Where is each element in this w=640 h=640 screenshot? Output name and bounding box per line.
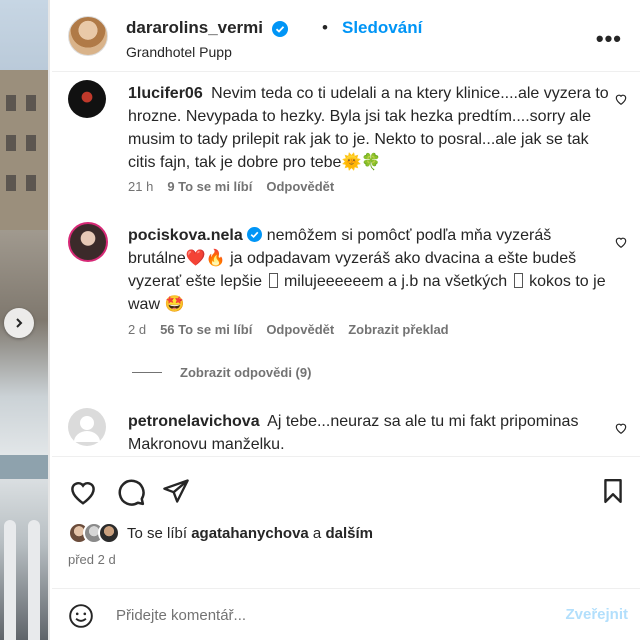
comment-meta: 21 h 9 To se mi líbí Odpovědět	[128, 179, 334, 194]
share-icon[interactable]	[162, 477, 190, 505]
like-comment-icon[interactable]	[614, 235, 628, 249]
likes-others[interactable]: dalším	[325, 525, 373, 542]
translate-button[interactable]: Zobrazit překlad	[348, 322, 448, 337]
replies-divider	[132, 372, 162, 373]
likes-conjunction: a	[312, 524, 322, 542]
following-button[interactable]: Sledování	[342, 18, 422, 38]
comment-likes[interactable]: 56 To se mi líbí	[160, 322, 252, 337]
liker-username[interactable]: agatahanychova	[191, 525, 309, 542]
balcony-rail	[0, 455, 50, 479]
post-comment-button[interactable]: Zveřejnit	[565, 606, 628, 623]
comment-avatar[interactable]	[68, 408, 106, 446]
post-author[interactable]: dararolins_vermi	[126, 18, 288, 38]
post-actions	[52, 456, 640, 526]
verified-badge-icon	[271, 20, 288, 37]
post-author-username[interactable]: dararolins_vermi	[126, 18, 263, 37]
location-label[interactable]: Grandhotel Pupp	[126, 44, 232, 60]
liker-avatar	[98, 522, 120, 544]
verified-badge-icon	[246, 227, 262, 242]
comment-likes[interactable]: 9 To se mi líbí	[167, 179, 252, 194]
like-icon[interactable]	[68, 477, 98, 507]
post-date[interactable]: před 2 d	[68, 552, 116, 567]
comment-avatar[interactable]	[68, 222, 108, 262]
avatar[interactable]	[68, 16, 108, 56]
separator-dot: •	[322, 18, 328, 37]
likes-text: To se líbí agatahanychova a dalším	[127, 525, 373, 542]
missing-glyph	[268, 273, 278, 288]
reply-button[interactable]: Odpovědět	[266, 322, 334, 337]
missing-glyph	[513, 273, 523, 288]
more-options-icon[interactable]: •••	[596, 26, 622, 52]
emoji-icon[interactable]	[68, 603, 94, 629]
comment-username[interactable]: 1lucifer06	[128, 85, 203, 102]
comment-meta: 2 d 56 To se mi líbí Odpovědět Zobrazit …	[128, 322, 449, 337]
comment-username[interactable]: pociskova.nela	[128, 227, 243, 244]
comment-input[interactable]	[116, 603, 536, 627]
like-comment-icon[interactable]	[614, 421, 628, 435]
comment-time[interactable]: 21 h	[128, 179, 153, 194]
comment-time[interactable]: 2 d	[128, 322, 146, 337]
reply-button[interactable]: Odpovědět	[266, 179, 334, 194]
carousel-next-button[interactable]	[4, 308, 34, 338]
default-avatar-icon	[74, 416, 100, 442]
comment-username[interactable]: petronelavichova	[128, 413, 260, 430]
post-header: dararolins_vermi • Sledování Grandhotel …	[52, 0, 640, 72]
comment-icon[interactable]	[116, 477, 146, 507]
view-replies-label: Zobrazit odpovědi (9)	[180, 365, 312, 380]
bookmark-icon[interactable]	[600, 477, 626, 505]
likes-summary[interactable]: To se líbí agatahanychova a dalším	[68, 522, 373, 544]
comment-composer: Zveřejnit	[52, 588, 640, 640]
like-comment-icon[interactable]	[614, 92, 628, 106]
chevron-right-icon	[16, 318, 23, 328]
comment-text-continued: milujeeeeeem a j.b na všetkých	[283, 273, 508, 290]
comment-avatar[interactable]	[68, 80, 106, 118]
view-replies-button[interactable]: Zobrazit odpovědi (9)	[132, 365, 311, 380]
likes-prefix: To se líbí	[127, 524, 188, 542]
